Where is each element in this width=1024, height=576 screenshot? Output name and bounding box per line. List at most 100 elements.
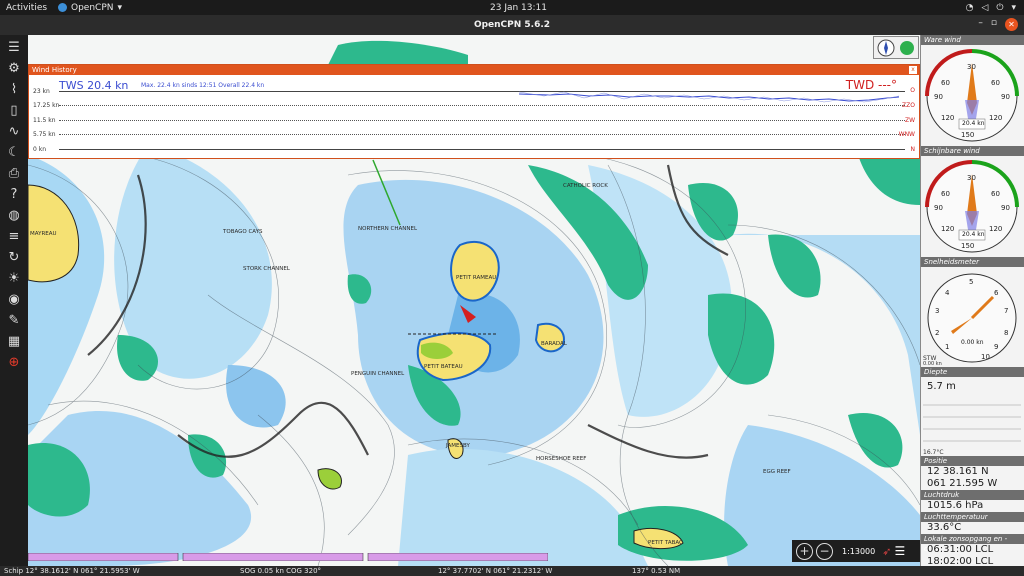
zoom-controls: + − 1:13000 ➶ ☰ xyxy=(792,540,920,562)
svg-text:60: 60 xyxy=(941,190,950,198)
cursor-position: 12° 37.7702' N 061° 21.2312' W xyxy=(438,567,553,575)
svg-text:8: 8 xyxy=(1004,329,1008,337)
main-toolbar: ☰ ⚙ ⌇ ▯ ∿ ☾ ⎙ ? ◍ ≡ ↻ ☀ ◉ ✎ ▦ ⊕ xyxy=(0,35,28,380)
svg-text:1: 1 xyxy=(945,343,949,351)
globe-icon[interactable]: ◍ xyxy=(3,206,25,225)
svg-text:60: 60 xyxy=(991,79,1000,87)
apparent-wind-value: 20.4 kn xyxy=(962,231,985,238)
svg-text:6: 6 xyxy=(994,289,999,297)
volume-icon: ◁ xyxy=(981,2,989,13)
rotate-icon[interactable]: ↻ xyxy=(3,248,25,267)
svg-text:120: 120 xyxy=(941,114,954,122)
chevron-down-icon: ▾ xyxy=(1011,2,1016,13)
chart-label: EGG REEF xyxy=(763,469,791,475)
svg-text:4: 4 xyxy=(945,289,950,297)
help-icon[interactable]: ? xyxy=(3,185,25,204)
status-bar: Schip 12° 38.1612' N 061° 21.5953' W SOG… xyxy=(0,566,1024,576)
minimize-button[interactable]: – xyxy=(978,18,983,31)
compass-icon xyxy=(877,39,914,57)
print-icon[interactable]: ⎙ xyxy=(3,164,25,183)
pressure-caption: Luchtdruk xyxy=(921,490,1024,500)
chart-label: PENGUIN CHANNEL xyxy=(351,371,405,377)
chart-label: STORK CHANNEL xyxy=(243,266,291,272)
svg-text:90: 90 xyxy=(934,93,943,101)
activities-button[interactable]: Activities xyxy=(6,3,47,13)
moon-icon[interactable]: ☾ xyxy=(3,143,25,162)
speedometer-gauge: 54321 6 7 8 9 10 0.00 kn STW 0.00 kn xyxy=(921,267,1024,367)
speed-value: 0.00 kn xyxy=(961,339,984,346)
svg-text:90: 90 xyxy=(1001,204,1010,212)
svg-text:150: 150 xyxy=(961,131,974,139)
svg-text:3: 3 xyxy=(935,307,939,315)
zoom-out-button[interactable]: − xyxy=(816,542,833,560)
speed-dial: 5 4 3 21 6 7 89 10 xyxy=(927,273,1017,363)
bearing-distance: 137° 0.53 NM xyxy=(632,567,681,575)
menu-icon[interactable]: ☰ xyxy=(3,38,25,57)
longitude: 061 21.595 W xyxy=(921,478,1024,490)
sog-cog: SOG 0.05 kn COG 320° xyxy=(240,567,322,575)
system-tray[interactable]: ◔ ◁ ⏻ ▾ xyxy=(966,3,1016,13)
svg-text:30: 30 xyxy=(967,174,976,182)
wind-history-window: Wind History x TWS 20.4 kn Max. 22.4 kn … xyxy=(28,64,920,159)
chevron-down-icon: ▾ xyxy=(117,2,123,13)
apparent-wind-gauge: 30 60 90 120 150 60 90 120 20.4 kn xyxy=(921,156,1024,257)
svg-text:90: 90 xyxy=(934,204,943,212)
chart-label: JAMESBY xyxy=(445,443,470,449)
sun-icon[interactable]: ☀ xyxy=(3,269,25,288)
wifi-icon: ◔ xyxy=(965,2,974,13)
tools-icon[interactable]: ✎ xyxy=(3,311,25,330)
chart-label: PETIT TABAC xyxy=(648,540,683,546)
latitude: 12 38.161 N xyxy=(921,466,1024,478)
svg-text:120: 120 xyxy=(941,225,954,233)
maximize-button[interactable]: ▫ xyxy=(991,18,997,31)
true-wind-gauge: 30 60 90 120 150 60 90 120 20.4 kn xyxy=(921,45,1024,146)
wind-dial: 306090120150 6090120 xyxy=(925,49,1019,142)
layers-icon[interactable]: ▯ xyxy=(3,101,25,120)
air-temp-caption: Luchttemperatuur xyxy=(921,512,1024,522)
chart-label: PETIT RAMEAU xyxy=(456,275,496,281)
chart-label: CATHOLIC ROCK xyxy=(563,183,608,189)
ais-icon[interactable]: ◉ xyxy=(3,290,25,309)
settings-icon[interactable]: ⚙ xyxy=(3,59,25,78)
sunrise-value: 06:31:00 LCL xyxy=(921,544,1024,556)
dashboard-panel: Ware wind 30 60 90 120 150 60 90 120 20.4 kn S… xyxy=(920,35,1024,568)
app-menu[interactable]: OpenCPN ▾ xyxy=(58,3,122,13)
svg-text:120: 120 xyxy=(989,114,1002,122)
menu-icon[interactable]: ☰ xyxy=(894,544,905,558)
zoom-in-button[interactable]: + xyxy=(796,542,813,560)
true-wind-value: 20.4 kn xyxy=(962,120,985,127)
chart-label: HORSESHOE REEF xyxy=(536,456,586,462)
chart-label: PETIT BATEAU xyxy=(424,364,463,370)
chart-label: TOBAGO CAYS xyxy=(222,229,263,235)
close-button[interactable]: ✕ xyxy=(1005,18,1018,31)
svg-text:5: 5 xyxy=(969,278,973,286)
svg-text:60: 60 xyxy=(991,190,1000,198)
svg-text:60: 60 xyxy=(941,79,950,87)
stw-value: 0.00 kn xyxy=(923,361,942,367)
speed-caption: Snelheidsmeter xyxy=(921,257,1024,267)
pressure-value: 1015.6 hPa xyxy=(921,500,1024,512)
track-icon[interactable]: ∿ xyxy=(3,122,25,141)
north-arrow-icon[interactable]: ➶ xyxy=(882,545,891,558)
svg-text:150: 150 xyxy=(961,242,974,250)
water-temp: 16.7°C xyxy=(923,449,944,456)
route-icon[interactable]: ⌇ xyxy=(3,80,25,99)
app-menu-label: OpenCPN xyxy=(71,2,114,13)
dashboard-icon[interactable]: ▦ xyxy=(3,332,25,351)
grid-icon[interactable]: ≡ xyxy=(3,227,25,246)
lifebuoy-icon[interactable]: ⊕ xyxy=(3,353,25,372)
chart-quilt-bar[interactable] xyxy=(28,553,548,561)
clock[interactable]: 23 Jan 13:11 xyxy=(490,3,547,13)
ship-position: Schip 12° 38.1612' N 061° 21.5953' W xyxy=(4,567,140,575)
power-icon: ⏻ xyxy=(996,2,1004,13)
north-compass-widget[interactable] xyxy=(873,36,919,59)
tws-trace xyxy=(518,91,900,103)
chart-label: MAYREAU xyxy=(30,231,57,237)
depth-value: 5.7 m xyxy=(921,377,1024,397)
wind-dial: 306090120150 6090120 xyxy=(925,160,1019,253)
sun-caption: Lokale zonsopgang en -onde xyxy=(921,534,1024,553)
svg-text:7: 7 xyxy=(1004,307,1008,315)
window-title-bar: OpenCPN 5.6.2 – ▫ ✕ xyxy=(0,15,1024,35)
scale-label: 1:13000 xyxy=(842,546,876,556)
svg-text:2: 2 xyxy=(935,329,939,337)
